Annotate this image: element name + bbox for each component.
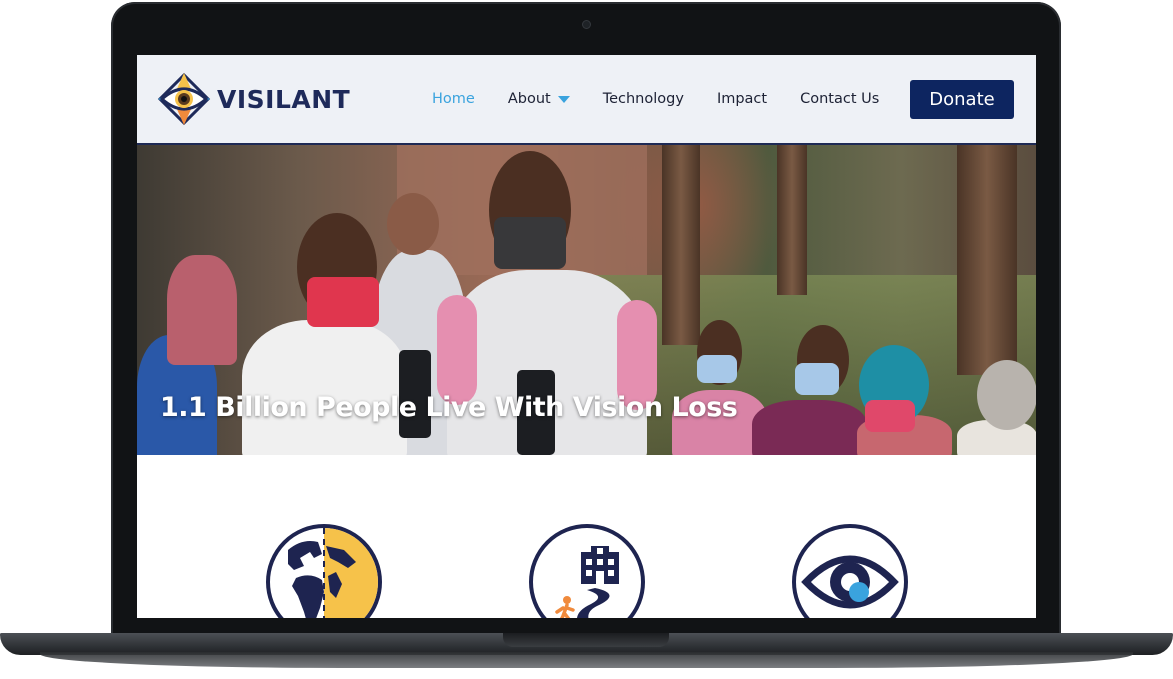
nav-item-contact-us[interactable]: Contact Us — [800, 91, 879, 107]
laptop-trackpad-notch — [503, 633, 669, 647]
nav-item-about[interactable]: About — [508, 91, 570, 107]
nav-item-technology[interactable]: Technology — [603, 91, 684, 107]
photo-head — [977, 360, 1036, 430]
laptop-screen: VISILANT Home About Technology Impact Co… — [137, 55, 1036, 618]
hero-banner: 1.1 Billion People Live With Vision Loss — [137, 145, 1036, 455]
photo-tree — [957, 145, 1017, 375]
photo-mask — [697, 355, 737, 383]
nav-item-impact[interactable]: Impact — [717, 91, 767, 107]
photo-person — [752, 400, 867, 455]
eye-icon — [792, 524, 908, 618]
photo-worker — [242, 320, 407, 455]
hero-title: 1.1 Billion People Live With Vision Loss — [160, 392, 738, 423]
visilant-eye-logo-icon — [157, 72, 211, 126]
chevron-down-icon — [557, 95, 570, 103]
photo-sleeve — [437, 295, 477, 405]
photo-tree — [662, 145, 700, 345]
nav-item-label: Impact — [716, 91, 768, 107]
brand-name: VISILANT — [217, 84, 351, 114]
photo-mask — [494, 217, 566, 269]
nav-item-label: Contact Us — [800, 91, 880, 107]
nav-item-label: About — [507, 91, 551, 107]
laptop-base-shadow — [40, 652, 1133, 668]
nav-item-label: Home — [432, 91, 475, 107]
donate-button[interactable]: Donate — [910, 80, 1014, 119]
nav-item-home[interactable]: Home — [432, 91, 475, 107]
globe-icon — [266, 524, 382, 618]
photo-tree — [777, 145, 807, 295]
photo-person — [167, 255, 237, 365]
photo-mask — [307, 277, 379, 327]
brand-logo[interactable]: VISILANT — [155, 71, 350, 127]
hospital-road-icon — [529, 524, 645, 618]
photo-mask — [795, 363, 839, 395]
main-nav: Home About Technology Impact Contact Us — [432, 91, 912, 107]
nav-item-label: Technology — [602, 91, 684, 107]
photo-head — [387, 193, 439, 255]
webcam — [582, 20, 591, 29]
photo-mask — [865, 400, 915, 432]
site-header: VISILANT Home About Technology Impact Co… — [137, 55, 1036, 145]
